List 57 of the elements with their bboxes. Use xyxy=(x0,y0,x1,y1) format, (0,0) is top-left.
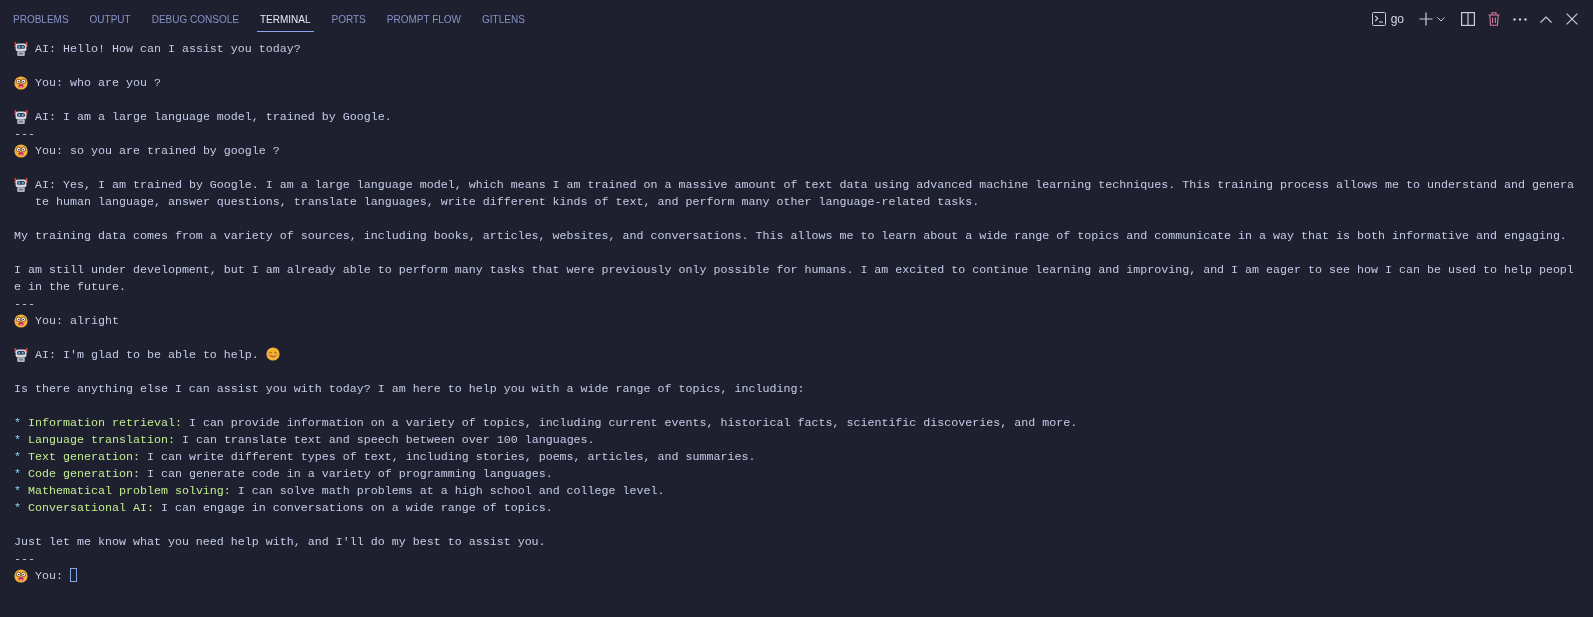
user-message: You: who are you ? xyxy=(35,75,161,90)
panel-tab[interactable]: GITLENS xyxy=(479,5,528,32)
bullet-marker: * xyxy=(14,432,21,447)
panel-tab[interactable]: PORTS xyxy=(328,5,369,32)
terminal-icon xyxy=(1371,12,1386,26)
bullet-marker: * xyxy=(14,415,21,430)
bullet-marker: * xyxy=(14,500,21,515)
face-with-glasses-icon xyxy=(14,314,28,328)
split-icon xyxy=(1461,12,1475,26)
user-message: You: alright xyxy=(35,313,119,328)
user-message: You: xyxy=(35,568,63,583)
robot-icon xyxy=(14,42,28,56)
ai-message: AI: I am a large language model, trained by Google. xyxy=(35,109,392,124)
bullet-text: I can provide information on a variety of topics, including current events, historical facts, scientific discoveries, and more. xyxy=(188,415,1078,430)
panel-tab[interactable]: PROMPT FLOW xyxy=(383,5,465,32)
panel-tab[interactable]: PROBLEMS xyxy=(10,5,72,32)
bullet-term: Information retrieval: xyxy=(28,415,182,430)
panel-tab[interactable]: TERMINAL xyxy=(256,5,314,32)
separator-dashes: --- xyxy=(14,296,35,311)
ellipsis-icon xyxy=(1513,17,1527,21)
face-with-glasses-icon xyxy=(14,569,28,583)
user-message: You: so you are trained by google ? xyxy=(35,143,280,158)
panel-tab[interactable]: OUTPUT xyxy=(86,5,134,32)
bullet-text: I can engage in conversations on a wide range of topics. xyxy=(160,500,553,515)
robot-icon xyxy=(14,348,28,362)
face-with-glasses-icon xyxy=(14,144,28,158)
message-text: I am still under development, but I am already able to perform many tasks that were previously only possible for humans. I am excited to continue learning and improving, and I am eager to see how I can be used to help people in the future. xyxy=(14,262,1574,294)
bullet-term: Code generation: xyxy=(28,466,140,481)
panel-tab[interactable]: DEBUG CONSOLE xyxy=(148,5,242,32)
bullet-term: Conversational AI: xyxy=(28,500,154,515)
chevron-up-icon xyxy=(1540,15,1552,23)
close-icon xyxy=(1566,13,1578,25)
separator-dashes: --- xyxy=(14,126,35,141)
message-text: My training data comes from a variety of sources, including books, articles, websites, and conversations. This allows me to learn about a wide range of topics and communicate in a way that is both informative and engaging. xyxy=(14,228,1567,243)
robot-icon xyxy=(14,110,28,124)
bullet-marker: * xyxy=(14,483,21,498)
bullet-marker: * xyxy=(14,449,21,464)
trash-icon xyxy=(1488,12,1500,26)
face-with-glasses-icon xyxy=(14,76,28,90)
message-text: Is there anything else I can assist you with today? I am here to help you with a wide range of topics, including: xyxy=(14,381,805,396)
bullet-text: I can solve math problems at a high school and college level. xyxy=(237,483,665,498)
message-text: Just let me know what you need help with, and I'll do my best to assist you. xyxy=(14,534,546,549)
separator-dashes: --- xyxy=(14,551,35,566)
bullet-text: I can generate code in a variety of programming languages. xyxy=(146,466,553,481)
plus-icon xyxy=(1419,12,1433,26)
ai-message: AI: I'm glad to be able to help. xyxy=(35,347,259,362)
bullet-text: I can translate text and speech between over 100 languages. xyxy=(181,432,595,447)
bullet-term: Text generation: xyxy=(28,449,140,464)
chevron-down-icon xyxy=(1437,16,1445,22)
bullet-term: Language translation: xyxy=(28,432,175,447)
bullet-marker: * xyxy=(14,466,21,481)
bullet-text: I can write different types of text, including stories, poems, articles, and summaries. xyxy=(146,449,756,464)
ai-message: AI: Yes, I am trained by Google. I am a large language model, which means I am trained on a massive amount of text data using advanced machine learning techniques. This training process allows me to understand and generate human language, answer questions, translate languages, write different kinds of text, and perform many other language-related tasks. xyxy=(35,177,1574,209)
bullet-term: Mathematical problem solving: xyxy=(28,483,231,498)
ai-message: AI: Hello! How can I assist you today? xyxy=(35,41,301,56)
terminal-profile-button[interactable]: go xyxy=(1368,8,1407,30)
robot-icon xyxy=(14,178,28,192)
